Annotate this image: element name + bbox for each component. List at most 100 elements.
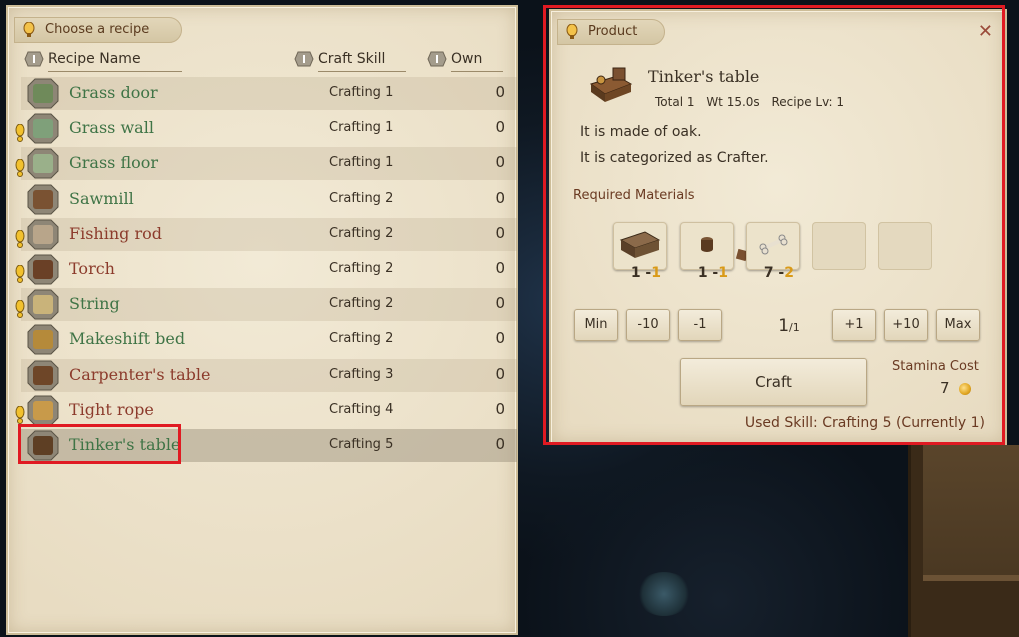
recipe-name: Carpenter's table [69, 364, 211, 384]
recipe-craft-skill: Crafting 4 [329, 401, 394, 417]
bone-icon [759, 234, 788, 255]
minus-10-button[interactable]: -10 [626, 309, 670, 341]
plus-1-button[interactable]: +1 [832, 309, 876, 341]
recipe-own-count: 0 [495, 153, 505, 172]
recipe-own-count: 0 [495, 83, 505, 101]
material-qty-2: 1 -1 [697, 265, 728, 281]
recipe-craft-skill: Crafting 1 [329, 85, 394, 100]
product-recipe-level: Recipe Lv: 1 [771, 95, 845, 109]
sort-icon [294, 51, 314, 67]
column-header-name[interactable]: Recipe Name [24, 50, 182, 72]
product-panel: Product ✕ Tinker's table Total 1 Wt 15.0… [549, 9, 1007, 445]
recipe-name: Sawmill [69, 188, 134, 208]
minus-1-button[interactable]: -1 [678, 309, 722, 341]
recipe-row[interactable]: Sawmill Crafting 2 0 [21, 183, 517, 216]
recipe-row[interactable]: Makeshift bed Crafting 2 0 [21, 323, 517, 356]
lightbulb-icon [23, 22, 35, 37]
recipe-own-count: 0 [495, 188, 505, 207]
grass-floor-icon [27, 148, 59, 179]
lightbulb-icon [566, 24, 578, 39]
column-header-skill[interactable]: Craft Skill [294, 50, 406, 72]
recipe-own-count: 0 [495, 329, 505, 348]
world-bush [636, 572, 692, 616]
sawmill-icon [27, 184, 59, 215]
grass-door-icon [27, 78, 59, 109]
torch-icon [27, 254, 59, 285]
stamina-cost-label: Stamina Cost [892, 359, 979, 374]
grass-wall-icon [27, 113, 59, 144]
product-meta: Total 1 Wt 15.0s Recipe Lv: 1 [655, 95, 852, 109]
recipe-name: Tinker's table [69, 435, 181, 454]
close-icon[interactable]: ✕ [978, 23, 993, 41]
recipe-name: Fishing rod [69, 223, 163, 243]
exclamation-icon [15, 229, 25, 248]
world-structure [908, 445, 1019, 637]
recipe-row[interactable]: Fishing rod Crafting 2 0 [15, 217, 517, 251]
material-slot-5 [878, 222, 932, 270]
recipe-row[interactable]: Tight rope Crafting 4 0 [15, 394, 517, 427]
oak-table-icon [619, 231, 661, 258]
product-weight: Wt 15.0s [706, 95, 760, 109]
recipe-name: Torch [69, 259, 115, 278]
tinkers-table-icon [589, 67, 633, 102]
product-panel-title: Product [588, 24, 638, 39]
recipe-craft-skill: Crafting 2 [329, 261, 394, 276]
max-button[interactable]: Max [936, 309, 980, 341]
required-materials-label: Required Materials [573, 188, 695, 203]
column-header-own[interactable]: Own [427, 50, 503, 72]
recipe-craft-skill: Crafting 1 [329, 155, 394, 171]
tight-rope-icon [27, 395, 59, 426]
material-qty-3: 7 -2 [763, 265, 794, 281]
recipe-row[interactable]: Grass wall Crafting 1 0 [15, 112, 517, 145]
recipe-name: Grass door [69, 83, 158, 102]
product-name: Tinker's table [648, 67, 760, 86]
recipe-craft-skill: Crafting 5 [329, 437, 394, 452]
string-icon [27, 289, 59, 320]
recipe-craft-skill: Crafting 2 [329, 331, 394, 347]
stamina-coin-icon [959, 383, 971, 395]
recipe-own-count: 0 [495, 399, 505, 418]
exclamation-icon [15, 265, 25, 283]
recipe-craft-skill: Crafting 3 [329, 366, 394, 382]
carpenters-table-icon [27, 360, 59, 391]
exclamation-icon [15, 124, 25, 143]
recipe-row[interactable]: Tinker's table Crafting 5 0 [21, 429, 517, 462]
exclamation-icon [15, 405, 25, 424]
product-panel-tab: Product [557, 19, 665, 45]
recipe-row[interactable]: Carpenter's table Crafting 3 0 [21, 358, 517, 392]
recipe-name: Grass wall [69, 118, 154, 138]
product-total: Total 1 [655, 95, 695, 109]
recipe-own-count: 0 [495, 223, 505, 242]
recipe-own-count: 0 [495, 435, 505, 453]
recipe-own-count: 0 [495, 364, 505, 383]
exclamation-icon [15, 300, 25, 319]
recipe-own-count: 0 [495, 118, 505, 137]
material-slot-2[interactable]: 1 -1 [680, 222, 734, 281]
used-skill-text: Used Skill: Crafting 5 (Currently 1) [744, 415, 985, 431]
recipe-row[interactable]: Grass door Crafting 1 0 [21, 77, 517, 110]
recipe-name: String [69, 294, 120, 314]
recipe-panel: Choose a recipe Recipe Name Craft Skill … [6, 5, 518, 635]
recipe-craft-skill: Crafting 2 [329, 296, 394, 312]
recipe-own-count: 0 [495, 259, 505, 277]
material-qty-1: 1 -1 [630, 265, 661, 281]
recipe-name: Grass floor [69, 153, 159, 173]
recipe-panel-title: Choose a recipe [45, 22, 150, 37]
recipe-row[interactable]: Grass floor Crafting 1 0 [15, 147, 517, 181]
plus-10-button[interactable]: +10 [884, 309, 928, 341]
product-description-1: It is made of oak. [580, 124, 702, 140]
material-slot-1[interactable]: 1 -1 [613, 222, 667, 281]
recipe-name: Tight rope [69, 399, 154, 419]
product-description-2: It is categorized as Crafter. [580, 150, 769, 166]
recipe-row[interactable]: String Crafting 2 0 [15, 288, 517, 322]
recipe-name: Makeshift bed [69, 329, 186, 349]
material-slot-3[interactable]: 7 -2 [746, 222, 800, 281]
recipe-own-count: 0 [495, 294, 505, 313]
sort-icon [24, 51, 44, 67]
wood-block-icon [701, 237, 713, 252]
makeshift-bed-icon [27, 324, 59, 355]
craft-button[interactable]: Craft [680, 358, 867, 406]
recipe-panel-tab: Choose a recipe [14, 17, 182, 43]
recipe-row[interactable]: Torch Crafting 2 0 [15, 253, 517, 286]
min-button[interactable]: Min [574, 309, 618, 341]
